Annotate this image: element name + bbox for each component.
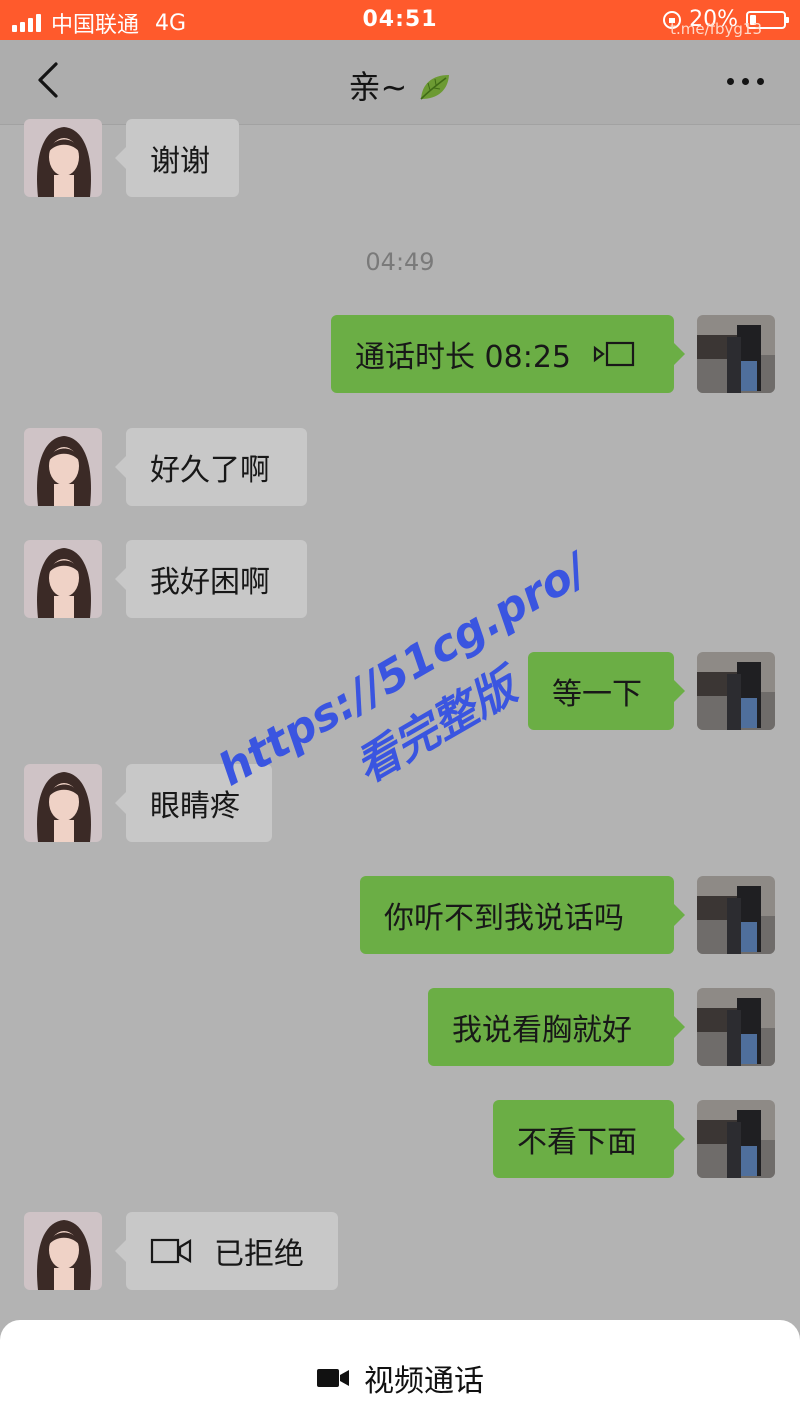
bottom-sheet: 视频通话 [0,1320,800,1422]
video-camera-icon [150,1238,192,1264]
video-call-label: 视频通话 [364,1364,484,1399]
contact-avatar[interactable] [24,119,102,197]
chat-title-text: 亲~ [348,68,408,106]
message-text: 我说看胸就好 [452,1013,632,1048]
message-text: 你听不到我说话吗 [384,901,624,936]
contact-avatar[interactable] [24,540,102,618]
portrait-image [24,540,102,618]
user-avatar[interactable] [697,652,775,730]
portrait-image [24,764,102,842]
corner-watermark: t.me/fbyg13 [670,20,762,38]
contact-avatar[interactable] [24,764,102,842]
video-call-icon [593,341,635,367]
message-text: 谢谢 [150,144,210,179]
street-photo-image [697,876,775,954]
user-avatar[interactable] [697,988,775,1066]
chat-title: 亲~ [0,62,800,108]
video-call-option[interactable]: 视频通话 [0,1356,800,1400]
portrait-image [24,119,102,197]
dot-icon [727,78,734,85]
message-timestamp: 04:49 [365,248,435,276]
message-bubble[interactable]: 已拒绝 [115,1212,338,1290]
status-bar: 中国联通 4G 04:51 20% t.me/fbyg13 [0,0,800,40]
message-text: 我好困啊 [150,565,270,600]
message-bubble[interactable]: 你听不到我说话吗 [360,876,685,954]
message-bubble[interactable]: 我好困啊 [115,540,307,618]
street-photo-image [697,315,775,393]
street-photo-image [697,988,775,1066]
message-bubble[interactable]: 通话时长 08:25 [331,315,685,393]
user-avatar[interactable] [697,1100,775,1178]
portrait-image [24,428,102,506]
contact-avatar[interactable] [24,428,102,506]
message-text: 不看下面 [517,1125,637,1160]
user-avatar[interactable] [697,315,775,393]
street-photo-image [697,1100,775,1178]
message-text: 好久了啊 [150,453,270,488]
portrait-image [24,1212,102,1290]
message-text: 通话时长 08:25 [355,340,571,375]
video-camera-icon [317,1369,349,1387]
contact-avatar[interactable] [24,1212,102,1290]
message-text: 已拒绝 [214,1237,304,1272]
nav-bar: 亲~ [0,40,800,125]
message-bubble[interactable]: 谢谢 [115,119,239,197]
message-bubble[interactable]: 好久了啊 [115,428,307,506]
message-bubble[interactable]: 我说看胸就好 [428,988,685,1066]
dot-icon [757,78,764,85]
street-photo-image [697,652,775,730]
message-bubble[interactable]: 不看下面 [493,1100,685,1178]
leaf-icon [419,75,449,100]
dot-icon [742,78,749,85]
more-button[interactable] [727,78,764,85]
user-avatar[interactable] [697,876,775,954]
